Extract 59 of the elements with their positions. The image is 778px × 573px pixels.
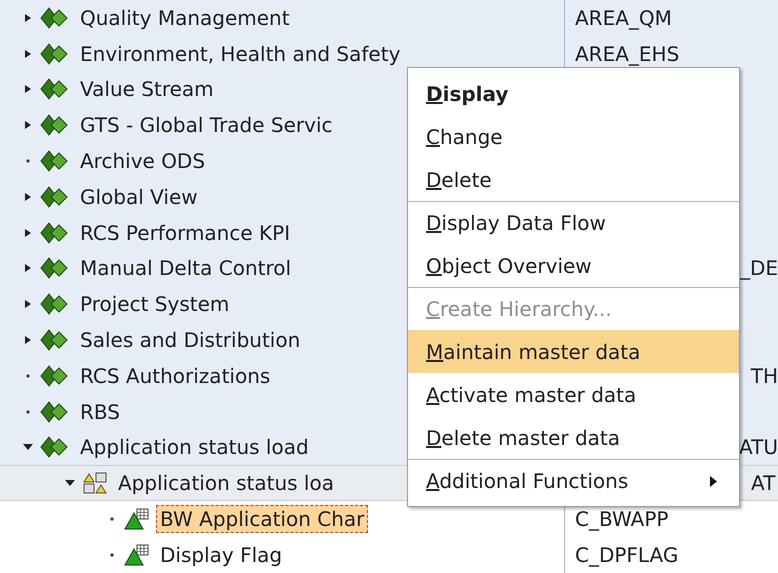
menu-item[interactable]: Change: [408, 115, 739, 158]
diamonds-icon: [40, 400, 70, 423]
technical-name: C_DPFLAG: [575, 542, 678, 567]
diamonds-icon: [40, 6, 70, 29]
menu-item[interactable]: Display: [408, 72, 739, 115]
tree-node[interactable]: Global View: [76, 182, 202, 211]
diamonds-icon: [40, 78, 70, 100]
diamonds-icon: [40, 293, 70, 316]
expand-arrow-icon[interactable]: [24, 84, 32, 94]
tree-node[interactable]: RCS Performance KPI: [76, 218, 294, 247]
diamonds-icon: [40, 257, 70, 280]
technical-name: AT: [751, 471, 776, 496]
triangle-grid-icon: [124, 544, 150, 566]
technical-name: C_BWAPP: [575, 507, 668, 532]
tree-node[interactable]: Value Stream: [76, 75, 218, 104]
triangle-grid-icon: [124, 508, 150, 530]
expand-arrow-icon[interactable]: [24, 12, 32, 23]
tree-node[interactable]: Quality Management: [76, 4, 294, 32]
technical-name: _DE: [740, 256, 778, 280]
submenu-arrow-icon: [710, 476, 717, 486]
menu-item[interactable]: Maintain master data: [408, 330, 739, 373]
diamonds-icon: [40, 186, 70, 208]
technical-name: ATU: [739, 435, 778, 460]
diamonds-icon: [40, 364, 70, 387]
expand-arrow-icon[interactable]: [24, 120, 32, 130]
tree-node[interactable]: BW Application Char: [156, 505, 368, 534]
menu-item[interactable]: Delete master data: [408, 416, 739, 459]
tree-node[interactable]: Application status loa: [114, 469, 338, 498]
technical-name: AREA_QM: [575, 6, 672, 30]
diamonds-icon: [40, 222, 70, 244]
expand-arrow-icon[interactable]: [24, 228, 32, 238]
tree-node[interactable]: Display Flag: [156, 540, 286, 569]
expand-arrow-icon[interactable]: [24, 263, 32, 274]
tree-node[interactable]: Application status load: [76, 433, 313, 462]
menu-item[interactable]: Activate master data: [408, 373, 739, 416]
menu-item[interactable]: Delete: [408, 158, 739, 201]
tree-node[interactable]: RCS Authorizations: [76, 362, 274, 390]
menu-item[interactable]: Additional Functions: [408, 459, 739, 502]
technical-name: TH: [750, 364, 778, 388]
diamonds-icon: [40, 329, 70, 352]
expand-arrow-icon[interactable]: [24, 192, 32, 202]
technical-name: AREA_EHS: [575, 42, 680, 66]
catalog-icon: [82, 472, 108, 494]
collapse-arrow-icon[interactable]: [23, 443, 33, 452]
tree-node[interactable]: Project System: [76, 290, 234, 318]
tree-node[interactable]: RBS: [76, 398, 124, 426]
tree-node[interactable]: Environment, Health and Safety: [76, 40, 404, 68]
tree-node[interactable]: Archive ODS: [76, 147, 210, 176]
diamonds-icon: [40, 150, 70, 172]
diamonds-icon: [40, 436, 70, 458]
expand-arrow-icon[interactable]: [24, 48, 32, 59]
menu-item[interactable]: Display Data Flow: [408, 201, 739, 244]
collapse-arrow-icon[interactable]: [65, 479, 75, 488]
diamonds-icon: [40, 42, 70, 65]
menu-item[interactable]: Object Overview: [408, 244, 739, 287]
diamonds-icon: [40, 114, 70, 136]
expand-arrow-icon[interactable]: [24, 335, 32, 346]
tree-node[interactable]: Manual Delta Control: [76, 254, 296, 282]
expand-arrow-icon[interactable]: [24, 299, 32, 310]
